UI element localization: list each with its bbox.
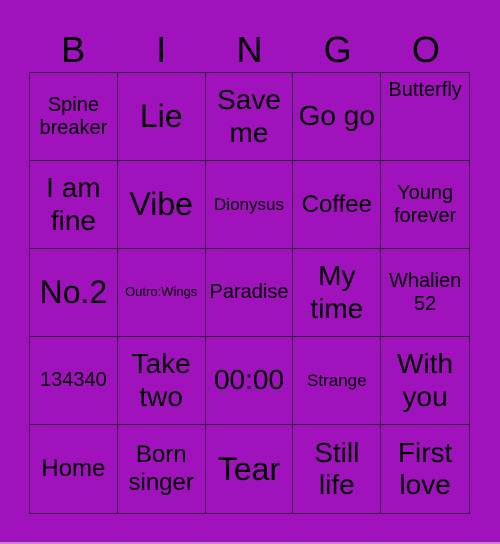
bingo-card: Spine breaker Lie Save me Go go Butterfl… [29,72,470,514]
bingo-cell[interactable]: 134340 [30,337,118,425]
bingo-cell[interactable]: Vibe [117,161,206,249]
bingo-cell[interactable]: Born singer [118,425,206,513]
bingo-cell[interactable]: Still life [293,425,382,513]
bingo-cell[interactable]: Dionysus [205,161,294,249]
bingo-cell[interactable]: No.2 [30,249,118,337]
bingo-cell[interactable]: With you [381,337,469,425]
bingo-cell[interactable]: I am fine [30,161,118,249]
header-letter-n: N [236,29,263,70]
header-letter-b: B [61,29,86,70]
bingo-cell[interactable]: Butterfly [381,73,469,161]
bingo-cell[interactable]: My time [293,249,382,337]
bingo-cell[interactable]: Whalien 52 [381,249,469,337]
bingo-cell[interactable]: Paradise [205,249,294,337]
bingo-cell[interactable]: First love [381,425,469,513]
bingo-cell[interactable]: Strange [293,337,382,425]
bingo-cell[interactable]: Home [30,425,118,513]
bingo-cell[interactable]: Lie [117,73,206,161]
bingo-cell[interactable]: Outro:Wings [117,249,206,337]
bingo-cell[interactable]: Tear [206,425,294,513]
bingo-cell[interactable]: Take two [117,337,206,425]
header-letter-i: I [156,29,167,70]
bingo-cell[interactable]: Coffee [293,161,382,249]
bingo-cell[interactable]: Young forever [381,161,469,249]
bingo-header: B I N G O [29,30,470,70]
bingo-cell[interactable]: Spine breaker [30,73,118,161]
bingo-cell[interactable]: Save me [205,73,294,161]
bingo-cell[interactable]: Go go [293,73,382,161]
bingo-cell[interactable]: 00:00 [205,337,294,425]
header-letter-g: G [323,29,352,70]
header-letter-o: O [411,29,440,70]
